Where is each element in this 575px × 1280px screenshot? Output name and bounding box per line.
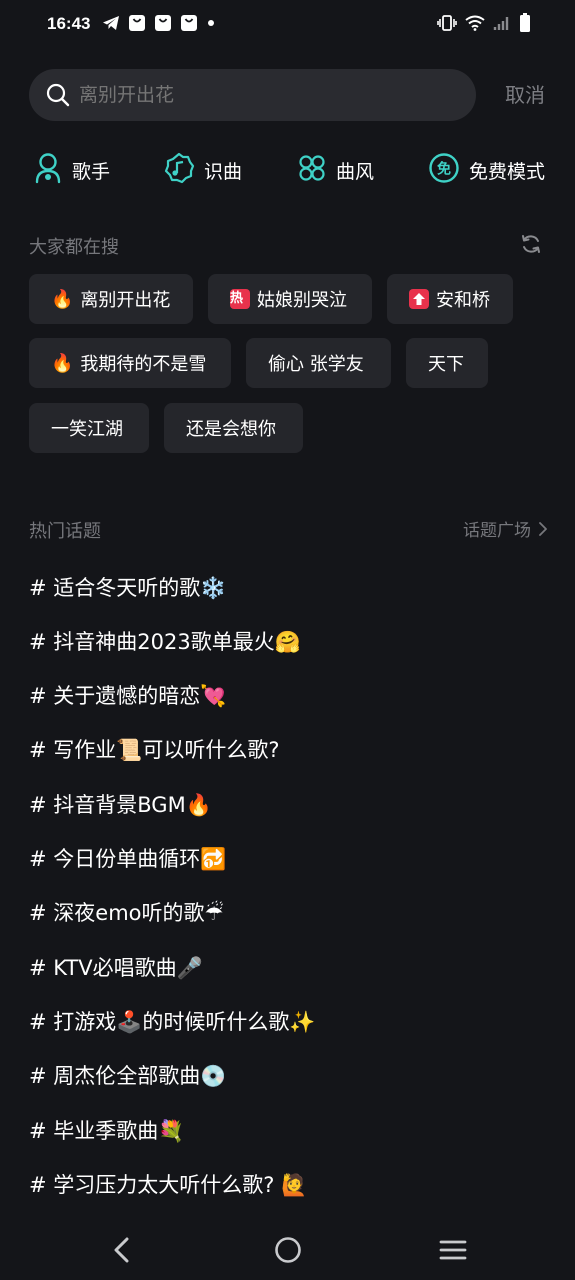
music-recognition-label: 识曲 bbox=[204, 160, 243, 183]
more-notifications-dot-icon bbox=[206, 14, 216, 32]
hot-search-chip[interactable]: 一笑江湖 bbox=[29, 403, 149, 453]
hot-search-chip[interactable]: 🔥 我期待的不是雪 bbox=[29, 338, 231, 388]
topic-item[interactable]: # 周杰伦全部歌曲💿 bbox=[29, 1056, 226, 1096]
topic-item[interactable]: # 打游戏🕹️的时候听什么歌✨ bbox=[29, 1002, 316, 1042]
chip-label: 偷心 张学友 bbox=[268, 354, 364, 375]
genre-icon bbox=[297, 153, 327, 187]
fire-icon: 🔥 bbox=[51, 288, 74, 310]
fire-icon: 🔥 bbox=[51, 352, 74, 374]
signal-icon bbox=[493, 15, 511, 31]
status-bar: 16:43 bbox=[0, 0, 575, 48]
refresh-icon[interactable] bbox=[520, 233, 542, 259]
rising-badge-icon bbox=[409, 289, 429, 309]
free-mode-icon: 免 bbox=[428, 152, 460, 188]
hot-search-title: 大家都在搜 bbox=[29, 237, 119, 258]
free-mode-button[interactable]: 免 免费模式 bbox=[428, 148, 545, 192]
home-icon[interactable] bbox=[268, 1230, 308, 1270]
system-icons bbox=[429, 13, 531, 33]
genre-button[interactable]: 曲风 bbox=[297, 148, 374, 192]
menu-icon[interactable] bbox=[433, 1230, 473, 1270]
shopping-bag-icon bbox=[128, 14, 146, 32]
topic-plaza-label: 话题广场 bbox=[463, 521, 531, 541]
singer-icon bbox=[33, 152, 63, 188]
chip-label: 还是会想你 bbox=[186, 419, 276, 440]
hot-search-chip[interactable]: 安和桥 bbox=[387, 274, 513, 324]
chip-label: 一笑江湖 bbox=[51, 419, 123, 440]
hot-search-chip[interactable]: 还是会想你 bbox=[164, 403, 303, 453]
hot-topics-title: 热门话题 bbox=[29, 521, 101, 542]
topic-item[interactable]: # 写作业📜可以听什么歌? bbox=[29, 730, 280, 770]
music-recognition-icon bbox=[163, 152, 195, 188]
shopping-bag-icon bbox=[154, 14, 172, 32]
vibrate-icon bbox=[437, 15, 457, 31]
chip-label: 我期待的不是雪 bbox=[80, 354, 207, 375]
singer-button[interactable]: 歌手 bbox=[33, 148, 110, 192]
singer-label: 歌手 bbox=[72, 160, 111, 183]
hot-search-chip[interactable]: 天下 bbox=[406, 338, 488, 388]
telegram-icon bbox=[102, 15, 120, 31]
hot-search-chip[interactable]: 偷心 张学友 bbox=[246, 338, 391, 388]
genre-label: 曲风 bbox=[336, 160, 375, 183]
music-recognition-button[interactable]: 识曲 bbox=[163, 148, 242, 192]
hot-badge-icon: 热 bbox=[230, 289, 250, 309]
topic-item[interactable]: # 学习压力太大听什么歌? 🙋 bbox=[29, 1165, 307, 1205]
topic-item[interactable]: # 今日份单曲循环🔂 bbox=[29, 839, 226, 879]
chevron-right-icon bbox=[539, 521, 547, 536]
svg-text:免: 免 bbox=[437, 161, 451, 178]
topic-item[interactable]: # 抖音背景BGM🔥 bbox=[29, 785, 212, 825]
hot-search-chip[interactable]: 🔥 离别开出花 bbox=[29, 274, 193, 324]
topic-item[interactable]: # 关于遗憾的暗恋💘 bbox=[29, 676, 226, 716]
shopping-bag-icon bbox=[180, 14, 198, 32]
search-row: 取消 bbox=[29, 69, 549, 121]
topic-item[interactable]: # 毕业季歌曲💐 bbox=[29, 1111, 184, 1151]
chip-label: 天下 bbox=[428, 354, 464, 375]
topic-plaza-link[interactable]: 话题广场 bbox=[463, 516, 547, 541]
topic-item[interactable]: # 适合冬天听的歌❄️ bbox=[29, 568, 226, 608]
chip-label: 安和桥 bbox=[436, 290, 490, 311]
chip-label: 姑娘别哭泣 bbox=[257, 290, 347, 311]
notification-icons bbox=[102, 14, 224, 32]
system-nav-bar bbox=[0, 1220, 575, 1280]
chip-label: 离别开出花 bbox=[80, 290, 171, 311]
search-input[interactable] bbox=[79, 69, 459, 121]
cancel-button[interactable]: 取消 bbox=[505, 69, 545, 121]
quick-actions: 歌手 识曲 曲风 免 免费模式 bbox=[0, 148, 575, 192]
battery-icon bbox=[519, 13, 531, 33]
free-mode-label: 免费模式 bbox=[469, 160, 546, 183]
topic-item[interactable]: # KTV必唱歌曲🎤 bbox=[29, 948, 203, 988]
status-time: 16:43 bbox=[47, 14, 91, 33]
back-icon[interactable] bbox=[102, 1230, 142, 1270]
wifi-icon bbox=[465, 15, 485, 31]
topic-item[interactable]: # 抖音神曲2023歌单最火🤗 bbox=[29, 622, 301, 662]
search-box[interactable] bbox=[29, 69, 476, 121]
hot-search-chip[interactable]: 热 姑娘别哭泣 bbox=[208, 274, 372, 324]
topic-item[interactable]: # 深夜emo听的歌☔ bbox=[29, 893, 223, 933]
search-icon bbox=[46, 83, 70, 111]
